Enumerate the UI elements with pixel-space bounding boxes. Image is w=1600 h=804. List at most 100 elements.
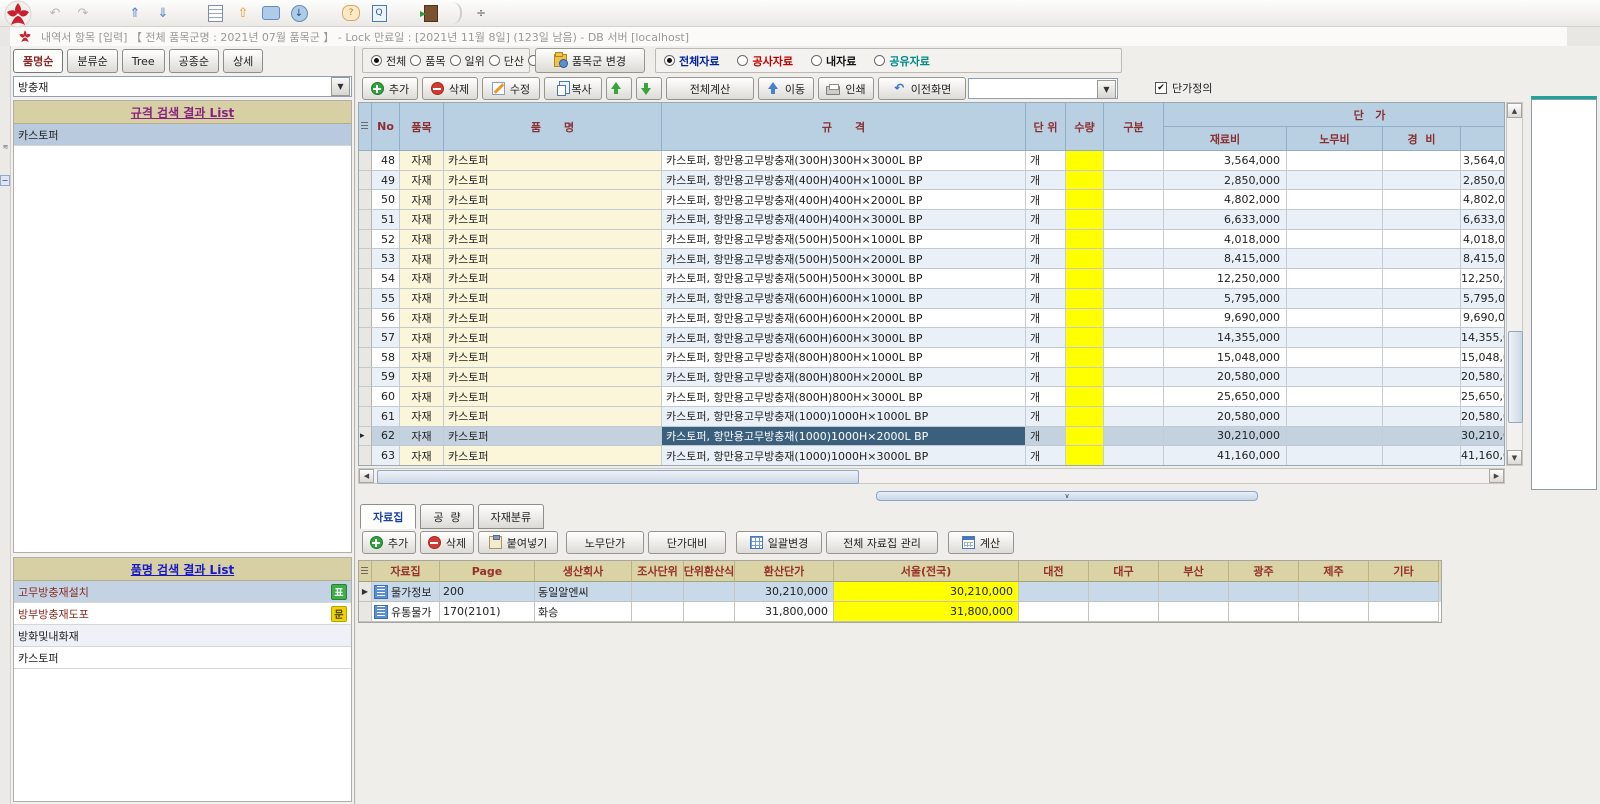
item-search-combo[interactable]: 방충재 ▼ [13,76,352,97]
cell-total[interactable]: 5,795,000 [1461,289,1505,309]
cell-survey-unit[interactable] [632,602,684,622]
cell-spec[interactable]: 카스토퍼, 항만용고무방충재(300H)300H×3000L BP [662,151,1026,171]
cell-expense[interactable] [1383,249,1461,269]
cell-unit[interactable]: 개 [1026,269,1066,289]
left-panel-tab[interactable]: 품명순 [13,49,63,73]
vertical-scrollbar[interactable]: ▲ ▼ [1506,102,1523,466]
scope-radio[interactable]: 단산 [489,53,524,69]
chevron-down-icon[interactable]: ▼ [331,77,350,96]
cell-labor-cost[interactable] [1287,190,1383,210]
bottom-toolbar-button[interactable]: 전체 자료집 관리 [826,531,938,554]
col-header-unit[interactable]: 단 위 [1026,103,1066,151]
item-grid-row[interactable]: 62 자재 카스토퍼 카스토퍼, 항만용고무방충재(1000)1000H×200… [359,427,1504,447]
cell-no[interactable]: 51 [372,210,400,230]
cell-source[interactable]: 유통물가 [372,602,440,622]
cell-qty[interactable] [1066,269,1104,289]
action-button[interactable]: 복사 [544,77,602,100]
col-header-seoul[interactable]: 서울(전국) [834,561,1019,582]
col-header-daejeon[interactable]: 대전 [1019,561,1089,582]
cell-name[interactable]: 카스토퍼 [444,151,662,171]
cell-total[interactable]: 20,580,000 [1461,407,1505,427]
cell-labor-cost[interactable] [1287,171,1383,191]
col-header-labor[interactable]: 노무비 [1287,127,1383,151]
col-header-material[interactable]: 재료비 [1164,127,1287,151]
cell-expense[interactable] [1383,446,1461,466]
col-header-survey-unit[interactable]: 조사단위 [632,561,684,582]
cell-gubun[interactable] [1104,427,1164,447]
col-header-conv-price[interactable]: 환산단가 [735,561,834,582]
cell-category[interactable]: 자재 [400,190,444,210]
action-button[interactable]: 인쇄 [818,77,874,100]
cell-no[interactable]: 63 [372,446,400,466]
cell-category[interactable]: 자재 [400,249,444,269]
col-header-expense[interactable]: 경 비 [1383,127,1461,151]
cell-no[interactable]: 61 [372,407,400,427]
cell-name[interactable]: 카스토퍼 [444,210,662,230]
cell-category[interactable]: 자재 [400,151,444,171]
cell-material-cost[interactable]: 15,048,000 [1164,348,1287,368]
item-grid-row[interactable]: 61 자재 카스토퍼 카스토퍼, 항만용고무방충재(1000)1000H×100… [359,407,1504,427]
cell-no[interactable]: 58 [372,348,400,368]
item-grid-row[interactable]: 59 자재 카스토퍼 카스토퍼, 항만용고무방충재(800H)800H×2000… [359,368,1504,388]
cell-spec[interactable]: 카스토퍼, 항만용고무방충재(1000)1000H×3000L BP [662,446,1026,466]
cell-spec[interactable]: 카스토퍼, 항만용고무방충재(500H)500H×2000L BP [662,249,1026,269]
cell-name[interactable]: 카스토퍼 [444,328,662,348]
cell-gubun[interactable] [1104,230,1164,250]
item-grid-row[interactable]: 51 자재 카스토퍼 카스토퍼, 항만용고무방충재(400H)400H×3000… [359,210,1504,230]
form-icon[interactable] [206,4,224,22]
cell-category[interactable]: 자재 [400,348,444,368]
cell-expense[interactable] [1383,230,1461,250]
cell-category[interactable]: 자재 [400,171,444,191]
data-scope-radio[interactable]: 공사자료 [737,53,792,69]
cell-maker[interactable]: 동일알엔씨 [535,582,632,602]
cell-name[interactable]: 카스토퍼 [444,368,662,388]
cell-seoul-price[interactable]: 30,210,000 [834,582,1019,602]
cell-total[interactable]: 30,210,000 [1461,427,1505,447]
cell-spec[interactable]: 카스토퍼, 항만용고무방충재(1000)1000H×2000L BP [662,427,1026,447]
cell-gubun[interactable] [1104,210,1164,230]
cell-qty[interactable] [1066,151,1104,171]
cell-category[interactable]: 자재 [400,210,444,230]
nav-up-icon[interactable]: ⇑ [126,4,144,22]
bottom-tab[interactable]: 자료집 [360,504,416,529]
cell-gubun[interactable] [1104,328,1164,348]
col-header-etc[interactable]: 기타 [1369,561,1439,582]
cell-qty[interactable] [1066,289,1104,309]
cell-category[interactable]: 자재 [400,446,444,466]
cell-spec[interactable]: 카스토퍼, 항만용고무방충재(600H)600H×2000L BP [662,309,1026,329]
horizontal-scrollbar[interactable]: ◀ ▶ [358,468,1505,484]
cell-no[interactable]: 49 [372,171,400,191]
cell-labor-cost[interactable] [1287,328,1383,348]
action-button[interactable] [606,77,632,100]
cell-busan[interactable] [1159,582,1229,602]
cell-name[interactable]: 카스토퍼 [444,348,662,368]
cell-total[interactable]: 3,564,000 [1461,151,1505,171]
cell-labor-cost[interactable] [1287,151,1383,171]
redo-icon[interactable]: ↷ [74,4,92,22]
upload-icon[interactable]: ⇧ [234,4,252,22]
col-header-conv-formula[interactable]: 단위환산식 [684,561,735,582]
scroll-right-button[interactable]: ▶ [1489,469,1504,483]
cell-conv-formula[interactable] [684,582,735,602]
cell-jeju[interactable] [1299,602,1369,622]
cell-qty[interactable] [1066,446,1104,466]
cell-row-selector[interactable] [359,427,372,447]
cell-qty[interactable] [1066,328,1104,348]
cell-name[interactable]: 카스토퍼 [444,446,662,466]
col-header-total[interactable]: 합 계 [1461,127,1505,151]
cell-spec[interactable]: 카스토퍼, 항만용고무방충재(400H)400H×1000L BP [662,171,1026,191]
cell-row-selector[interactable] [359,368,372,388]
cell-labor-cost[interactable] [1287,249,1383,269]
scroll-down-button[interactable]: ▼ [1507,450,1522,465]
cell-gubun[interactable] [1104,446,1164,466]
cell-row-selector[interactable] [359,407,372,427]
cell-no[interactable]: 59 [372,368,400,388]
group-change-button[interactable]: 품목군 변경 [535,48,645,73]
item-grid-row[interactable]: 63 자재 카스토퍼 카스토퍼, 항만용고무방충재(1000)1000H×300… [359,446,1504,466]
scope-radio[interactable]: 품목 [410,53,445,69]
cell-total[interactable]: 12,250,000 [1461,269,1505,289]
cell-name[interactable]: 카스토퍼 [444,309,662,329]
cell-unit[interactable]: 개 [1026,387,1066,407]
data-scope-radio[interactable]: 전체자료 [664,53,719,69]
cell-name[interactable]: 카스토퍼 [444,269,662,289]
